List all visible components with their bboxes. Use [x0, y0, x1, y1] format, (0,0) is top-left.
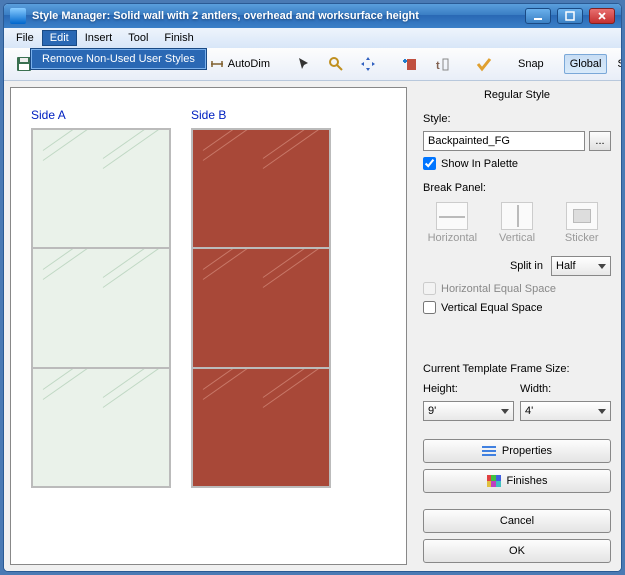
- pan-button[interactable]: [354, 52, 382, 76]
- width-select[interactable]: 4': [520, 401, 611, 421]
- properties-button[interactable]: Properties: [423, 439, 611, 463]
- style-button[interactable]: Style: [611, 54, 622, 74]
- panel-tile[interactable]: [193, 130, 329, 247]
- h-equal-input: [423, 282, 436, 295]
- window-title: Style Manager: Solid wall with 2 antlers…: [32, 10, 519, 22]
- h-equal-checkbox[interactable]: Horizontal Equal Space: [423, 282, 611, 295]
- app-icon: [10, 8, 26, 24]
- height-label: Height:: [423, 383, 514, 395]
- edit-dropdown: Remove Non-Used User Styles: [30, 48, 207, 70]
- menu-finish[interactable]: Finish: [156, 30, 201, 46]
- style-label: Style:: [423, 113, 611, 125]
- style-browse-button[interactable]: ...: [589, 131, 611, 151]
- properties-panel: Regular Style Style: ... Show In Palette…: [413, 81, 621, 571]
- autodim-button[interactable]: AutoDim: [203, 52, 276, 76]
- autodim-label: AutoDim: [228, 58, 270, 70]
- break-horizontal-icon: [436, 202, 468, 230]
- side-b-group: Side B: [191, 108, 331, 544]
- menubar: File Edit Insert Tool Finish Remove Non-…: [4, 28, 621, 48]
- show-in-palette-input[interactable]: [423, 157, 436, 170]
- ok-label: OK: [509, 545, 525, 557]
- global-button[interactable]: Global: [564, 54, 608, 74]
- chevron-down-icon: [501, 409, 509, 414]
- properties-icon: [482, 446, 496, 456]
- height-select[interactable]: 9': [423, 401, 514, 421]
- break-vertical-icon: [501, 202, 533, 230]
- global-label: Global: [570, 58, 602, 70]
- finishes-button[interactable]: Finishes: [423, 469, 611, 493]
- break-s-label: Sticker: [565, 232, 599, 244]
- break-vertical-button[interactable]: Vertical: [488, 202, 547, 244]
- magnifier-icon: [328, 56, 344, 72]
- panel-tile[interactable]: [193, 249, 329, 366]
- v-equal-input[interactable]: [423, 301, 436, 314]
- cancel-label: Cancel: [500, 515, 534, 527]
- check-icon: [476, 56, 492, 72]
- break-panel-label: Break Panel:: [423, 182, 611, 194]
- split-in-label: Split in: [510, 260, 543, 272]
- panel-tile[interactable]: [33, 249, 169, 366]
- autodim-icon: [209, 56, 225, 72]
- finishes-icon: [487, 475, 501, 487]
- text-icon: t: [434, 56, 450, 72]
- minimize-button[interactable]: [525, 8, 551, 24]
- side-a-group: Side A: [31, 108, 171, 544]
- side-a-panel[interactable]: [31, 128, 171, 488]
- menu-remove-nonused-styles[interactable]: Remove Non-Used User Styles: [31, 49, 206, 69]
- properties-btn-label: Properties: [502, 445, 552, 457]
- pan-icon: [360, 56, 376, 72]
- add-panel-icon: [402, 56, 418, 72]
- h-equal-label: Horizontal Equal Space: [441, 283, 556, 295]
- zoom-button[interactable]: [322, 52, 350, 76]
- chevron-down-icon: [598, 264, 606, 269]
- break-horizontal-button[interactable]: Horizontal: [423, 202, 482, 244]
- content-area: Side A Side B Regular Style Style:: [4, 81, 621, 571]
- menu-tool[interactable]: Tool: [120, 30, 156, 46]
- chevron-down-icon: [598, 409, 606, 414]
- panel-tile[interactable]: [33, 130, 169, 247]
- style-label: Style: [617, 58, 622, 70]
- side-b-panel[interactable]: [191, 128, 331, 488]
- width-value: 4': [525, 405, 533, 417]
- show-in-palette-label: Show In Palette: [441, 158, 518, 170]
- break-h-label: Horizontal: [428, 232, 478, 244]
- width-label: Width:: [520, 383, 611, 395]
- svg-text:t: t: [436, 60, 440, 72]
- break-sticker-icon: [566, 202, 598, 230]
- add-panel-button[interactable]: [396, 52, 424, 76]
- menu-insert[interactable]: Insert: [77, 30, 121, 46]
- pointer-button[interactable]: [290, 52, 318, 76]
- preview-canvas[interactable]: Side A Side B: [10, 87, 407, 565]
- side-b-label: Side B: [191, 108, 331, 122]
- panel-tile[interactable]: [33, 369, 169, 486]
- close-button[interactable]: [589, 8, 615, 24]
- v-equal-checkbox[interactable]: Vertical Equal Space: [423, 301, 611, 314]
- template-size-label: Current Template Frame Size:: [423, 363, 611, 375]
- check-button[interactable]: [470, 52, 498, 76]
- properties-heading: Regular Style: [423, 89, 611, 101]
- snap-label: Snap: [518, 58, 544, 70]
- v-equal-label: Vertical Equal Space: [441, 302, 543, 314]
- side-a-label: Side A: [31, 108, 171, 122]
- text-tool-button[interactable]: t: [428, 52, 456, 76]
- style-input[interactable]: [423, 131, 585, 151]
- break-sticker-button[interactable]: Sticker: [552, 202, 611, 244]
- style-manager-window: Style Manager: Solid wall with 2 antlers…: [3, 3, 622, 572]
- menu-file[interactable]: File: [8, 30, 42, 46]
- snap-button[interactable]: Snap: [512, 54, 550, 74]
- pointer-icon: [296, 56, 312, 72]
- titlebar: Style Manager: Solid wall with 2 antlers…: [4, 4, 621, 28]
- ok-button[interactable]: OK: [423, 539, 611, 563]
- split-in-select[interactable]: Half: [551, 256, 611, 276]
- maximize-button[interactable]: [557, 8, 583, 24]
- finishes-btn-label: Finishes: [507, 475, 548, 487]
- menu-edit[interactable]: Edit: [42, 30, 77, 46]
- show-in-palette-checkbox[interactable]: Show In Palette: [423, 157, 611, 170]
- break-v-label: Vertical: [499, 232, 535, 244]
- cancel-button[interactable]: Cancel: [423, 509, 611, 533]
- split-value: Half: [556, 260, 576, 272]
- panel-tile[interactable]: [193, 369, 329, 486]
- height-value: 9': [428, 405, 436, 417]
